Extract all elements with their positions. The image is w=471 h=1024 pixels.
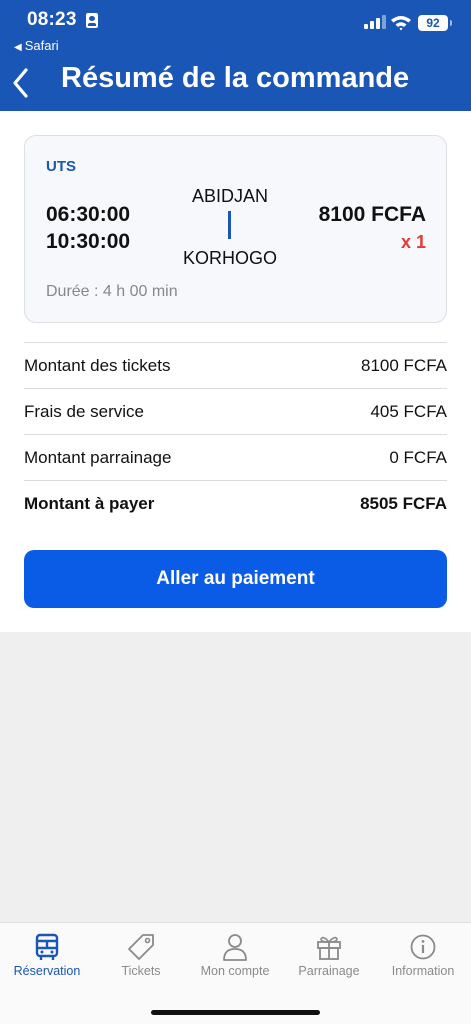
route-line bbox=[228, 211, 231, 239]
tab-referral[interactable]: Parrainage bbox=[282, 923, 376, 993]
departure-time: 06:30:00 bbox=[46, 203, 131, 226]
tab-label: Tickets bbox=[121, 964, 161, 978]
tab-label: Réservation bbox=[13, 964, 81, 978]
summary-value: 8505 FCFA bbox=[360, 493, 447, 513]
tag-icon bbox=[128, 934, 154, 960]
summary-row-service-fee: Frais de service 405 FCFA bbox=[24, 388, 447, 434]
summary-label: Frais de service bbox=[24, 401, 144, 421]
page-title: Résumé de la commande bbox=[61, 62, 410, 94]
wifi-icon bbox=[391, 16, 411, 31]
summary-label: Montant parrainage bbox=[24, 447, 172, 467]
arrival-time: 10:30:00 bbox=[46, 230, 131, 253]
summary-value: 8100 FCFA bbox=[361, 355, 447, 375]
info-icon bbox=[410, 934, 436, 960]
company-name: UTS bbox=[46, 158, 76, 175]
summary-row-tickets: Montant des tickets 8100 FCFA bbox=[24, 342, 447, 388]
user-icon bbox=[223, 934, 247, 961]
gift-icon bbox=[317, 936, 341, 960]
summary-label: Montant des tickets bbox=[24, 355, 171, 375]
summary-row-referral: Montant parrainage 0 FCFA bbox=[24, 434, 447, 480]
status-time: 08:23 bbox=[27, 9, 77, 30]
summary-row-total: Montant à payer 8505 FCFA bbox=[24, 480, 447, 526]
back-chevron-icon[interactable] bbox=[8, 64, 34, 102]
arrival-city: KORHOGO bbox=[182, 248, 277, 268]
app-header: 08:23 ◀ Safari 92 Résumé de la commande bbox=[0, 0, 471, 111]
bus-icon bbox=[35, 933, 59, 960]
ticket-quantity: x 1 bbox=[400, 232, 426, 252]
tab-label: Parrainage bbox=[298, 964, 360, 978]
back-triangle-icon: ◀ bbox=[14, 42, 22, 53]
tab-account[interactable]: Mon compte bbox=[188, 923, 282, 993]
summary-value: 0 FCFA bbox=[389, 447, 447, 467]
tab-information[interactable]: Information bbox=[376, 923, 470, 993]
bottom-tab-bar: Réservation Tickets Mon compte Parrainag… bbox=[0, 922, 471, 1024]
trip-card: UTS 06:30:00 10:30:00 ABIDJAN KORHOGO 81… bbox=[24, 135, 447, 323]
tab-label: Mon compte bbox=[200, 964, 270, 978]
price-summary: Montant des tickets 8100 FCFA Frais de s… bbox=[24, 342, 447, 526]
tab-tickets[interactable]: Tickets bbox=[94, 923, 188, 993]
trip-duration: Durée : 4 h 00 min bbox=[46, 283, 178, 300]
summary-value: 405 FCFA bbox=[370, 401, 447, 421]
tab-label: Information bbox=[391, 964, 455, 978]
id-card-icon bbox=[86, 13, 98, 28]
battery-icon: 92 bbox=[418, 15, 452, 31]
tab-reservation[interactable]: Réservation bbox=[0, 923, 94, 993]
back-app-label: Safari bbox=[24, 38, 59, 53]
back-to-safari-link[interactable]: ◀ Safari bbox=[14, 38, 59, 53]
home-indicator bbox=[151, 1010, 320, 1015]
summary-label: Montant à payer bbox=[24, 493, 155, 513]
go-to-payment-button[interactable]: Aller au paiement bbox=[24, 550, 447, 608]
departure-city: ABIDJAN bbox=[191, 186, 269, 206]
cellular-signal-icon bbox=[364, 15, 386, 29]
trip-price: 8100 FCFA bbox=[318, 203, 426, 226]
order-summary-content: UTS 06:30:00 10:30:00 ABIDJAN KORHOGO 81… bbox=[0, 111, 471, 632]
